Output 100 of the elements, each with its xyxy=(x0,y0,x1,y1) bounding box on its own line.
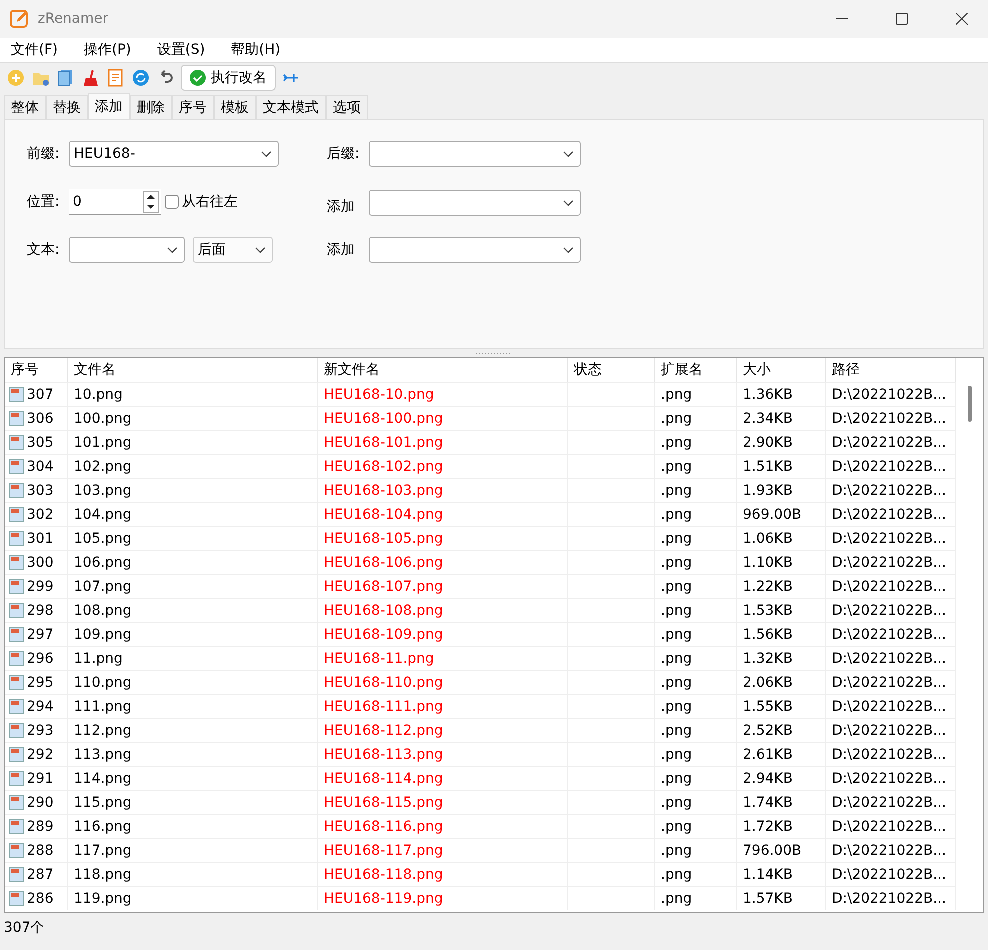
table-cell: D:\20221022B... xyxy=(826,694,956,718)
table-cell: 119.png xyxy=(68,886,318,910)
image-file-icon xyxy=(9,626,25,642)
tab[interactable]: 模板 xyxy=(214,95,256,119)
table-cell: 100.png xyxy=(68,406,318,430)
scrollbar-thumb[interactable] xyxy=(968,386,972,422)
menu-item[interactable]: 帮助(H) xyxy=(224,41,288,59)
placement-combo[interactable]: 后面 xyxy=(193,237,273,263)
column-header[interactable]: 大小 xyxy=(737,358,826,382)
position-spinbox[interactable]: 0 xyxy=(69,189,161,215)
table-cell: 103.png xyxy=(68,478,318,502)
dropdown-caret-icon[interactable] xyxy=(255,246,266,254)
column-header[interactable]: 文件名 xyxy=(68,358,318,382)
table-cell: 300 xyxy=(27,554,54,570)
table-cell: D:\20221022B... xyxy=(826,838,956,862)
column-header[interactable]: 序号 xyxy=(5,358,68,382)
table-cell: HEU168-102.png xyxy=(318,454,568,478)
right-to-left-checkbox[interactable]: 从右往左 xyxy=(165,193,238,211)
list-icon[interactable] xyxy=(106,68,126,88)
column-header[interactable]: 路径 xyxy=(826,358,956,382)
table-cell: 1.74KB xyxy=(737,790,826,814)
table-cell: 1.56KB xyxy=(737,622,826,646)
table-cell: .png xyxy=(655,742,737,766)
table-cell: 1.32KB xyxy=(737,646,826,670)
image-file-icon xyxy=(9,482,25,498)
table-cell: D:\20221022B... xyxy=(826,790,956,814)
table-cell: 1.51KB xyxy=(737,454,826,478)
refresh-icon[interactable] xyxy=(131,68,151,88)
tab[interactable]: 整体 xyxy=(4,95,46,119)
tab[interactable]: 序号 xyxy=(172,95,214,119)
table-cell: D:\20221022B... xyxy=(826,742,956,766)
table-cell: 295 xyxy=(27,674,54,690)
table-cell: HEU168-104.png xyxy=(318,502,568,526)
field-label: 后缀: xyxy=(327,145,361,163)
table-cell: HEU168-114.png xyxy=(318,766,568,790)
table-cell: .png xyxy=(655,886,737,910)
table-cell: .png xyxy=(655,526,737,550)
table-cell: 105.png xyxy=(68,526,318,550)
splitter-grip-icon[interactable] xyxy=(475,352,513,354)
image-file-icon xyxy=(9,866,25,882)
table-cell: HEU168-106.png xyxy=(318,550,568,574)
dropdown-caret-icon[interactable] xyxy=(563,150,574,158)
column-header[interactable]: 新文件名 xyxy=(318,358,568,382)
checkbox-icon[interactable] xyxy=(165,195,179,209)
table-cell: .png xyxy=(655,838,737,862)
table-cell: .png xyxy=(655,550,737,574)
column-header[interactable]: 扩展名 xyxy=(655,358,737,382)
table-cell: .png xyxy=(655,382,737,406)
tab[interactable]: 删除 xyxy=(130,95,172,119)
column-header[interactable]: 状态 xyxy=(568,358,655,382)
image-file-icon xyxy=(9,746,25,762)
menu-item[interactable]: 设置(S) xyxy=(150,41,212,59)
tab[interactable]: 选项 xyxy=(326,95,368,119)
table-cell: 796.00B xyxy=(737,838,826,862)
tab[interactable]: 添加 xyxy=(88,93,130,119)
dropdown-caret-icon[interactable] xyxy=(563,200,574,206)
table-cell: D:\20221022B... xyxy=(826,574,956,598)
spin-arrows-icon[interactable] xyxy=(143,190,159,212)
table-cell: 291 xyxy=(27,770,54,786)
field-label: 文本: xyxy=(27,241,61,259)
table-cell: 1.55KB xyxy=(737,694,826,718)
table-cell: 102.png xyxy=(68,454,318,478)
image-file-icon xyxy=(9,554,25,570)
table-cell: HEU168-100.png xyxy=(318,406,568,430)
table-cell: 2.94KB xyxy=(737,766,826,790)
table-cell: D:\20221022B... xyxy=(826,766,956,790)
table-cell: .png xyxy=(655,478,737,502)
file-count-label: 307个 xyxy=(4,919,45,937)
tab[interactable]: 文本模式 xyxy=(256,95,326,119)
table-cell: D:\20221022B... xyxy=(826,382,956,406)
table-cell: 1.06KB xyxy=(737,526,826,550)
dropdown-caret-icon[interactable] xyxy=(563,246,574,254)
dropdown-caret-icon[interactable] xyxy=(167,246,178,254)
table-cell: .png xyxy=(655,694,737,718)
run-rename-button[interactable]: 执行改名 xyxy=(181,65,276,91)
table-cell: HEU168-105.png xyxy=(318,526,568,550)
table-cell: 305 xyxy=(27,434,54,450)
table-cell: 1.72KB xyxy=(737,814,826,838)
table-cell: 296 xyxy=(27,650,54,666)
table-cell: 303 xyxy=(27,482,54,498)
table-cell: 10.png xyxy=(68,382,318,406)
image-file-icon xyxy=(9,842,25,858)
dropdown-caret-icon[interactable] xyxy=(261,150,272,158)
table-cell: .png xyxy=(655,814,737,838)
table-cell: .png xyxy=(655,646,737,670)
table-cell: 109.png xyxy=(68,622,318,646)
broom-icon[interactable] xyxy=(81,68,101,88)
table-cell: 107.png xyxy=(68,574,318,598)
table-cell: 111.png xyxy=(68,694,318,718)
image-file-icon xyxy=(9,434,25,450)
menu-item[interactable]: 操作(P) xyxy=(76,41,138,59)
table-cell: D:\20221022B... xyxy=(826,670,956,694)
table-cell: D:\20221022B... xyxy=(826,478,956,502)
table-cell: .png xyxy=(655,574,737,598)
table-cell: 288 xyxy=(27,842,54,858)
table-cell: D:\20221022B... xyxy=(826,814,956,838)
menu-item[interactable]: 文件(F) xyxy=(4,41,65,59)
tab[interactable]: 替换 xyxy=(46,95,88,119)
prefix-combo[interactable]: HEU168- xyxy=(69,141,279,167)
table-cell: .png xyxy=(655,670,737,694)
